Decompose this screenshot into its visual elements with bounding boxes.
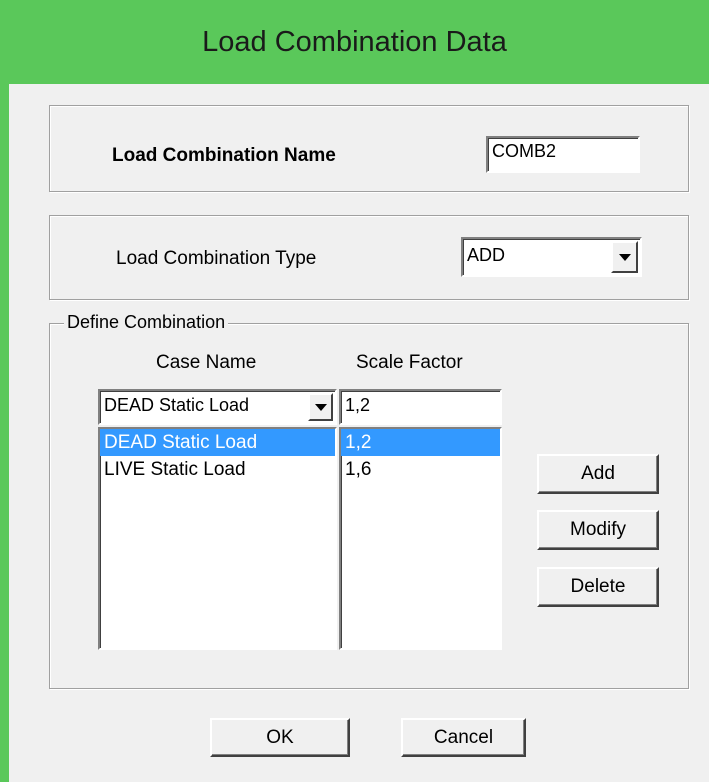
combination-name-input[interactable]: COMB2 [486,136,640,173]
list-item[interactable]: LIVE Static Load [100,456,335,483]
scale-factor-input[interactable]: 1,2 [339,389,502,425]
combination-type-dropdown-button[interactable] [611,241,638,273]
combination-type-label: Load Combination Type [116,248,317,269]
type-group: Load Combination Type ADD [49,215,689,300]
delete-button[interactable]: Delete [537,567,659,607]
chevron-down-icon [618,253,631,261]
ok-button[interactable]: OK [210,718,350,757]
scale-factor-list[interactable]: 1,2 1,6 [339,427,502,650]
dialog-body: Load Combination Name COMB2 Load Combina… [9,84,709,782]
name-group: Load Combination Name COMB2 [49,105,689,192]
list-item[interactable]: 1,2 [341,429,500,456]
combination-name-label: Load Combination Name [112,145,336,166]
load-combination-dialog: Load Combination Data Load Combination N… [0,0,709,782]
list-item[interactable]: DEAD Static Load [100,429,335,456]
case-name-header: Case Name [156,352,257,373]
case-name-dropdown[interactable]: DEAD Static Load [98,389,337,425]
title-bar[interactable]: Load Combination Data [0,0,709,84]
combination-type-value: ADD [467,245,506,265]
case-name-dropdown-button[interactable] [308,393,333,421]
scale-factor-value: 1,2 [345,395,371,415]
chevron-down-icon [314,403,327,411]
case-name-list[interactable]: DEAD Static Load LIVE Static Load [98,427,337,650]
add-button[interactable]: Add [537,454,659,494]
window-title: Load Combination Data [202,25,507,58]
list-item[interactable]: 1,6 [341,456,500,483]
cancel-button[interactable]: Cancel [401,718,526,757]
scale-factor-header: Scale Factor [356,352,463,373]
modify-button[interactable]: Modify [537,510,659,550]
combination-name-value: COMB2 [492,141,557,161]
window-border [0,84,9,782]
define-combination-group: Define Combination Case Name Scale Facto… [49,312,689,689]
case-name-value: DEAD Static Load [104,395,250,415]
define-combination-legend: Define Combination [64,312,229,333]
combination-type-dropdown[interactable]: ADD [461,237,642,277]
